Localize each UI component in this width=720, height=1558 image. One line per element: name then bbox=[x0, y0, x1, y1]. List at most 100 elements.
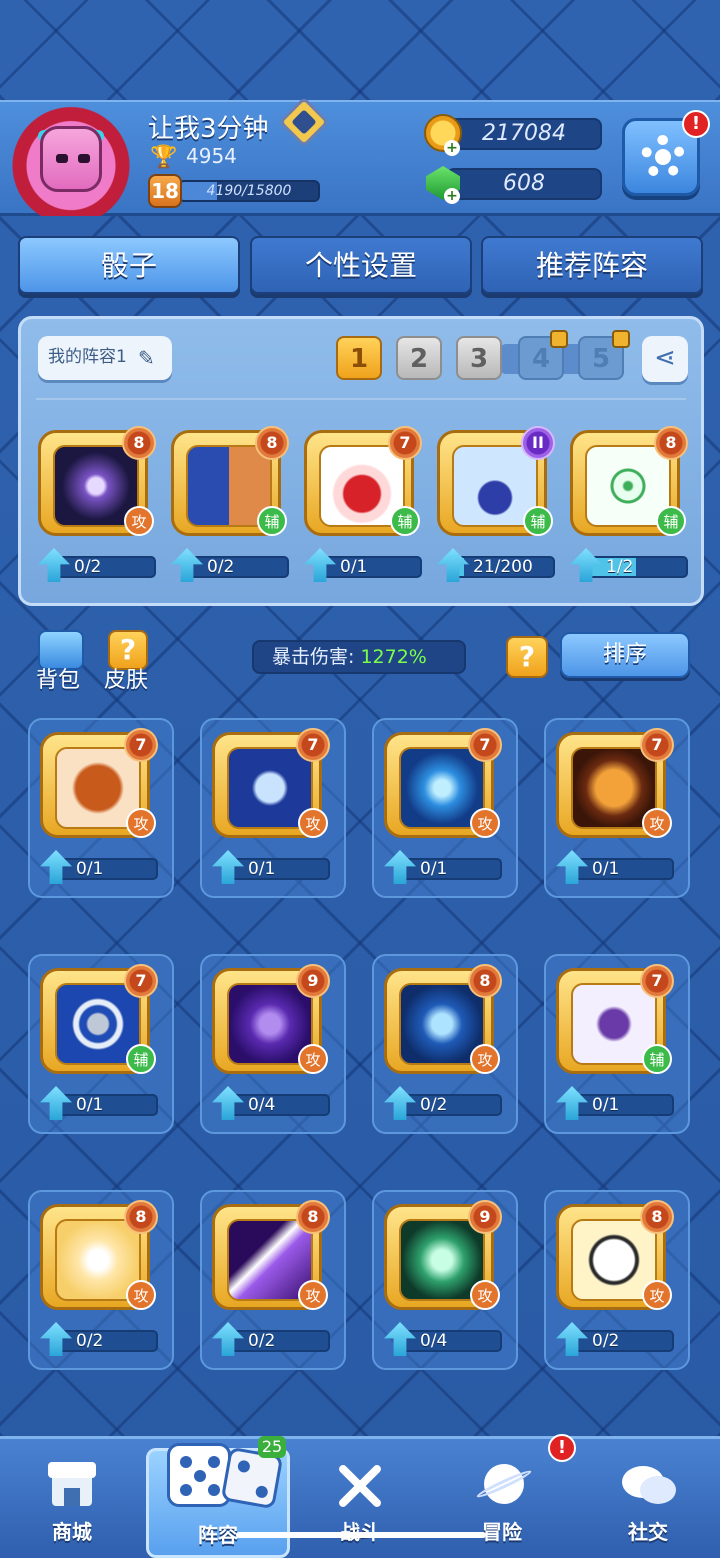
avatar-face bbox=[40, 126, 102, 192]
dice-progress-text: 21/200 bbox=[473, 557, 533, 577]
dice-role-badge: 辅 bbox=[390, 506, 420, 536]
dice-progress-text: 0/1 bbox=[76, 1095, 104, 1115]
dice-role-badge: 攻 bbox=[298, 1280, 328, 1310]
add-gems-icon[interactable]: + bbox=[444, 188, 460, 204]
avatar-eye-left bbox=[56, 154, 68, 163]
dice-icon bbox=[155, 1443, 287, 1510]
trophy-count: 4954 bbox=[186, 144, 237, 168]
dice-role-badge: 辅 bbox=[523, 506, 553, 536]
dice-upgrade-progress: 0/2 bbox=[52, 556, 156, 578]
dice-role-badge: 攻 bbox=[470, 808, 500, 838]
avatar-eye-right bbox=[78, 154, 90, 163]
dice-upgrade-progress: 21/200 bbox=[451, 556, 555, 578]
tab-recommended-decks[interactable]: 推荐阵容 bbox=[481, 236, 703, 294]
nav-shop-label: 商城 bbox=[52, 1520, 92, 1544]
dice-role-badge: 攻 bbox=[298, 808, 328, 838]
dice-level-badge: 8 bbox=[640, 1200, 674, 1234]
planet-icon bbox=[475, 1458, 533, 1510]
dice-progress-text: 0/2 bbox=[420, 1095, 448, 1115]
deck-slot-2[interactable]: 2 bbox=[396, 336, 442, 380]
dice-role-badge: 攻 bbox=[470, 1044, 500, 1074]
dice-level-badge: 8 bbox=[296, 1200, 330, 1234]
dice-upgrade-progress: 0/2 bbox=[398, 1094, 502, 1116]
dice-upgrade-progress: 0/1 bbox=[54, 1094, 158, 1116]
dice-level-badge: 7 bbox=[296, 728, 330, 762]
dice-progress-text: 0/1 bbox=[248, 859, 276, 879]
deck-slot-3[interactable]: 3 bbox=[456, 336, 502, 380]
trophy-icon: 🏆 bbox=[150, 145, 178, 170]
share-icon: ⋖ bbox=[654, 343, 676, 373]
nav-adventure-label: 冒险 bbox=[482, 1520, 522, 1544]
dice-upgrade-progress: 0/4 bbox=[226, 1094, 330, 1116]
shop-icon bbox=[46, 1458, 98, 1510]
dice-upgrade-progress: 0/2 bbox=[226, 1330, 330, 1352]
dice-upgrade-progress: 0/1 bbox=[570, 1094, 674, 1116]
nav-shop[interactable]: 商城 bbox=[0, 1448, 144, 1558]
dice-upgrade-progress: 0/2 bbox=[570, 1330, 674, 1352]
dice-progress-text: 0/1 bbox=[340, 557, 368, 577]
dice-level-badge: II bbox=[521, 426, 555, 460]
crit-damage-label: 暴击伤害: bbox=[272, 646, 355, 668]
dice-level-badge: 7 bbox=[468, 728, 502, 762]
chat-icon bbox=[622, 1458, 676, 1510]
settings-alert-badge: ! bbox=[682, 110, 710, 138]
dice-role-badge: 攻 bbox=[126, 1280, 156, 1310]
dice-role-badge: 攻 bbox=[124, 506, 154, 536]
tab-dice[interactable]: 骰子 bbox=[18, 236, 240, 294]
xp-bar: 4190/15800 bbox=[178, 180, 320, 202]
dice-progress-text: 0/2 bbox=[76, 1331, 104, 1351]
lock-icon bbox=[550, 330, 568, 348]
dice-progress-text: 0/4 bbox=[420, 1331, 448, 1351]
help-button[interactable]: ? bbox=[506, 636, 548, 678]
pencil-edit-icon[interactable]: ✎ bbox=[138, 346, 162, 370]
dice-level-badge: 8 bbox=[122, 426, 156, 460]
dice-upgrade-progress: 0/1 bbox=[398, 858, 502, 880]
player-level-badge: 18 bbox=[148, 174, 182, 208]
nav-battle[interactable]: 战斗 bbox=[288, 1448, 432, 1558]
dice-progress-text: 0/4 bbox=[248, 1095, 276, 1115]
dice-progress-text: 0/2 bbox=[592, 1331, 620, 1351]
dice-upgrade-progress: 0/1 bbox=[54, 858, 158, 880]
deck-slot-1[interactable]: 1 bbox=[336, 336, 382, 380]
dice-progress-text: 0/1 bbox=[592, 1095, 620, 1115]
home-indicator[interactable] bbox=[236, 1532, 486, 1538]
dice-role-badge: 攻 bbox=[642, 808, 672, 838]
dice-role-badge: 攻 bbox=[642, 1280, 672, 1310]
dice-level-badge: 9 bbox=[468, 1200, 502, 1234]
dice-progress-text: 0/2 bbox=[74, 557, 102, 577]
lock-icon bbox=[612, 330, 630, 348]
nav-social[interactable]: 社交 bbox=[576, 1448, 720, 1558]
sort-button[interactable]: 排序 bbox=[560, 632, 690, 678]
deck-count-badge: 25 bbox=[258, 1436, 286, 1458]
dice-upgrade-progress: 0/2 bbox=[185, 556, 289, 578]
dice-progress-text: 0/2 bbox=[207, 557, 235, 577]
tab-customize[interactable]: 个性设置 bbox=[250, 236, 472, 294]
dice-role-badge: 辅 bbox=[642, 1044, 672, 1074]
backpack-label[interactable]: 背包 bbox=[36, 662, 80, 694]
dice-level-badge: 7 bbox=[640, 964, 674, 998]
dice-upgrade-progress: 0/1 bbox=[570, 858, 674, 880]
crit-damage-value: 1272% bbox=[360, 646, 427, 668]
crit-damage-display: 暴击伤害: 1272% bbox=[252, 640, 466, 674]
dice-progress-text: 0/1 bbox=[76, 859, 104, 879]
share-button[interactable]: ⋖ bbox=[642, 336, 688, 382]
dice-level-badge: 8 bbox=[255, 426, 289, 460]
add-gold-icon[interactable]: + bbox=[444, 140, 460, 156]
nav-battle-label: 战斗 bbox=[288, 1516, 432, 1545]
dice-upgrade-progress: 1/2 bbox=[584, 556, 688, 578]
skin-label[interactable]: 皮肤 bbox=[104, 662, 148, 694]
gold-balance: 217084 bbox=[446, 118, 602, 150]
dice-level-badge: 8 bbox=[124, 1200, 158, 1234]
deck-divider bbox=[36, 398, 686, 400]
nav-adventure[interactable]: 冒险 bbox=[430, 1448, 574, 1558]
dice-role-badge: 辅 bbox=[257, 506, 287, 536]
dice-level-badge: 7 bbox=[388, 426, 422, 460]
xp-text: 4190/15800 bbox=[206, 183, 292, 199]
dice-role-badge: 攻 bbox=[298, 1044, 328, 1074]
dice-level-badge: 7 bbox=[640, 728, 674, 762]
dice-upgrade-progress: 0/2 bbox=[54, 1330, 158, 1352]
nav-deck[interactable]: 阵容 bbox=[146, 1443, 290, 1558]
dice-level-badge: 8 bbox=[468, 964, 502, 998]
player-avatar[interactable] bbox=[12, 104, 130, 216]
dice-upgrade-progress: 0/4 bbox=[398, 1330, 502, 1352]
